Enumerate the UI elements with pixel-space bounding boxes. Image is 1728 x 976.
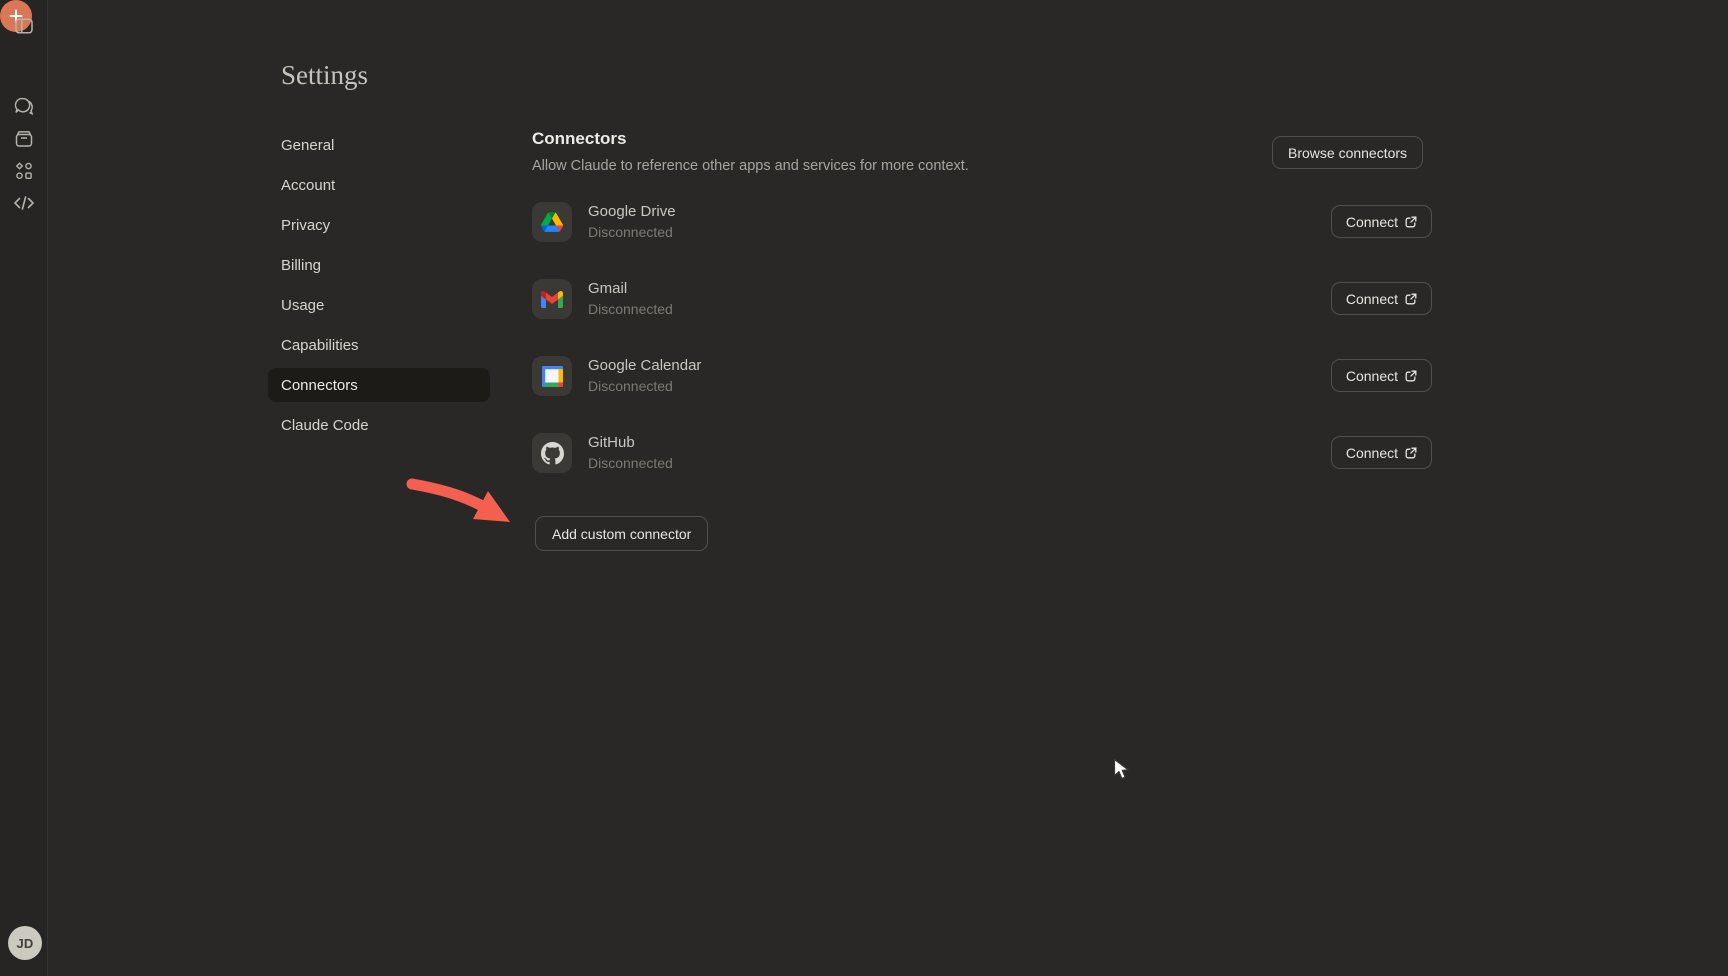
nav-item-connectors[interactable]: Connectors <box>268 368 490 402</box>
connectors-description: Allow Claude to reference other apps and… <box>532 158 969 174</box>
browse-connectors-button[interactable]: Browse connectors <box>1272 136 1423 169</box>
connector-status: Disconnected <box>588 302 673 316</box>
connector-name: GitHub <box>588 435 673 450</box>
user-avatar[interactable]: JD <box>8 926 42 960</box>
external-link-icon <box>1405 447 1417 459</box>
external-link-icon <box>1405 293 1417 305</box>
connector-name: Google Drive <box>588 204 676 219</box>
connector-status: Disconnected <box>588 225 676 239</box>
external-link-icon <box>1405 370 1417 382</box>
code-icon[interactable] <box>13 195 35 211</box>
nav-item-claude-code[interactable]: Claude Code <box>268 408 490 442</box>
calendar-day-label: 31 <box>543 367 561 385</box>
chats-icon[interactable] <box>14 96 34 116</box>
connector-status: Disconnected <box>588 379 701 393</box>
google-drive-icon <box>532 202 572 242</box>
nav-item-capabilities[interactable]: Capabilities <box>268 328 490 362</box>
nav-item-usage[interactable]: Usage <box>268 288 490 322</box>
connectors-heading: Connectors <box>532 129 626 149</box>
connector-name: Gmail <box>588 281 673 296</box>
connector-status: Disconnected <box>588 456 673 470</box>
connect-button-gmail[interactable]: Connect <box>1331 282 1432 315</box>
connector-row-google-drive: Google Drive Disconnected Connect <box>532 202 1432 242</box>
connect-button-google-calendar[interactable]: Connect <box>1331 359 1432 392</box>
annotation-arrow <box>404 475 528 533</box>
connector-name: Google Calendar <box>588 358 701 373</box>
google-calendar-icon: 31 <box>532 356 572 396</box>
gmail-icon <box>532 279 572 319</box>
github-icon <box>532 433 572 473</box>
connector-row-google-calendar: 31 Google Calendar Disconnected Connect <box>532 356 1432 396</box>
settings-nav: General Account Privacy Billing Usage Ca… <box>268 128 490 448</box>
mouse-cursor <box>1113 758 1131 782</box>
connect-button-github[interactable]: Connect <box>1331 436 1432 469</box>
nav-item-general[interactable]: General <box>268 128 490 162</box>
connect-button-google-drive[interactable]: Connect <box>1331 205 1432 238</box>
external-link-icon <box>1405 216 1417 228</box>
projects-icon[interactable] <box>14 129 34 149</box>
connector-row-gmail: Gmail Disconnected Connect <box>532 279 1432 319</box>
sidebar-toggle-icon[interactable] <box>15 17 33 35</box>
nav-item-billing[interactable]: Billing <box>268 248 490 282</box>
nav-item-privacy[interactable]: Privacy <box>268 208 490 242</box>
left-rail: JD <box>0 0 48 976</box>
apps-icon[interactable] <box>14 161 34 181</box>
add-custom-connector-button[interactable]: Add custom connector <box>535 516 708 551</box>
page-title: Settings <box>281 60 368 91</box>
connector-row-github: GitHub Disconnected Connect <box>532 433 1432 473</box>
nav-item-account[interactable]: Account <box>268 168 490 202</box>
